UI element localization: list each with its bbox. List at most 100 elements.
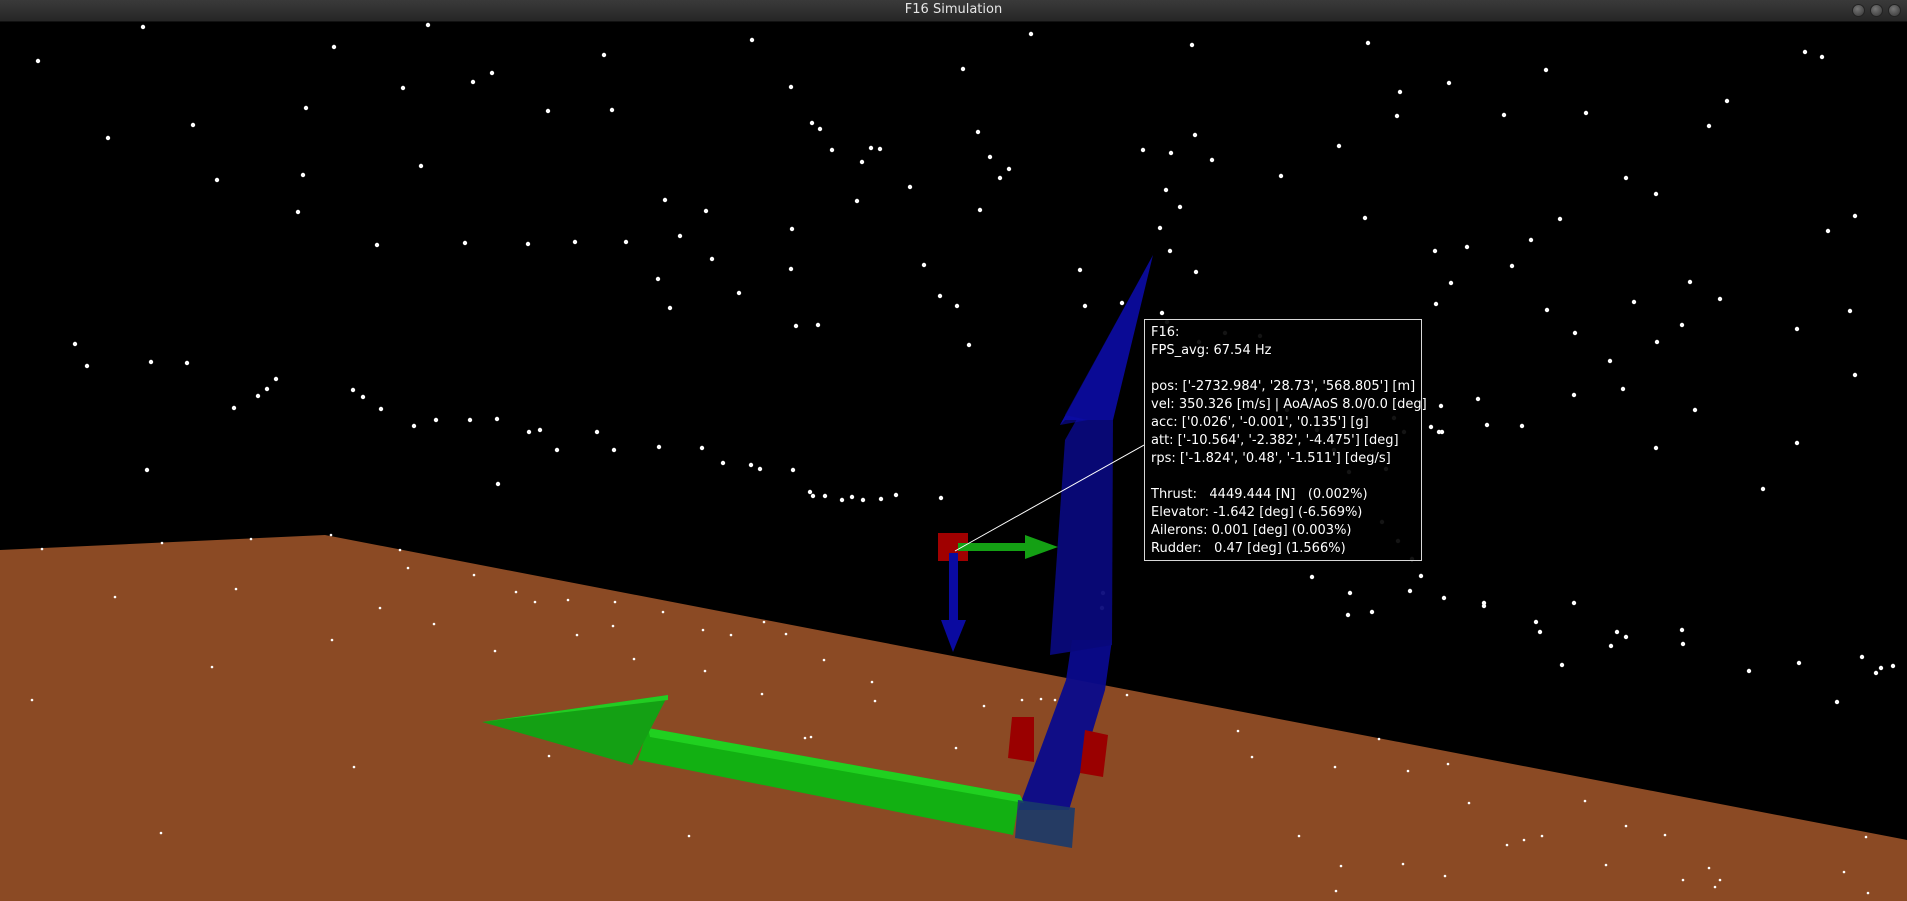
star-point bbox=[609, 107, 615, 113]
star-point bbox=[470, 79, 476, 85]
ground-marker-dot bbox=[1020, 698, 1024, 702]
star-point bbox=[433, 417, 439, 423]
star-point bbox=[1623, 175, 1629, 181]
ground-marker-dot bbox=[611, 624, 615, 628]
star-point bbox=[400, 85, 406, 91]
star-point bbox=[860, 497, 866, 503]
star-point bbox=[1557, 216, 1563, 222]
star-point bbox=[1825, 228, 1831, 234]
star-point bbox=[1119, 300, 1125, 306]
ground-marker-dot bbox=[1522, 838, 1526, 842]
star-point bbox=[749, 37, 755, 43]
star-point bbox=[907, 184, 913, 190]
star-point bbox=[1475, 396, 1481, 402]
star-point bbox=[1571, 600, 1577, 606]
ground-marker-dot bbox=[160, 541, 164, 545]
star-point bbox=[1623, 634, 1629, 640]
ground-marker-dot bbox=[234, 587, 238, 591]
star-point bbox=[877, 146, 883, 152]
star-point bbox=[495, 481, 501, 487]
ground-marker-dot bbox=[784, 632, 788, 636]
ground-marker-dot bbox=[1505, 843, 1509, 847]
star-point bbox=[331, 44, 337, 50]
star-point bbox=[1878, 665, 1884, 671]
maximize-button[interactable] bbox=[1870, 4, 1883, 17]
ground-marker-dot bbox=[803, 736, 807, 740]
ground-marker-dot bbox=[729, 633, 733, 637]
star-point bbox=[1168, 150, 1174, 156]
star-point bbox=[35, 58, 41, 64]
minimize-button[interactable] bbox=[1852, 4, 1865, 17]
star-point bbox=[273, 376, 279, 382]
star-point bbox=[1859, 654, 1865, 660]
star-point bbox=[1519, 423, 1525, 429]
star-point bbox=[849, 494, 855, 500]
ground-marker-dot bbox=[703, 669, 707, 673]
star-point bbox=[1192, 132, 1198, 138]
star-point bbox=[1543, 67, 1549, 73]
position-readout: pos: ['-2732.984', '28.73', '568.805'] [… bbox=[1151, 379, 1416, 394]
star-point bbox=[822, 493, 828, 499]
close-button[interactable] bbox=[1888, 4, 1901, 17]
star-point bbox=[1572, 330, 1578, 336]
velocity-readout: vel: 350.326 [m/s] | AoA/AoS 8.0/0.0 [de… bbox=[1151, 397, 1427, 412]
star-point bbox=[736, 290, 742, 296]
ground-marker-dot bbox=[1864, 835, 1868, 839]
star-point bbox=[1706, 123, 1712, 129]
ground-marker-dot bbox=[514, 590, 518, 594]
star-point bbox=[1278, 173, 1284, 179]
star-point bbox=[214, 177, 220, 183]
star-point bbox=[1537, 629, 1543, 635]
star-point bbox=[1189, 42, 1195, 48]
fps-readout: FPS_avg: 67.54 Hz bbox=[1151, 343, 1272, 358]
star-point bbox=[1724, 98, 1730, 104]
star-point bbox=[1028, 31, 1034, 37]
star-point bbox=[1794, 326, 1800, 332]
star-point bbox=[72, 341, 78, 347]
star-point bbox=[1407, 588, 1413, 594]
ground-marker-dot bbox=[1467, 801, 1471, 805]
ground-marker-dot bbox=[472, 573, 476, 577]
star-point bbox=[425, 22, 431, 28]
ground-marker-dot bbox=[822, 658, 826, 662]
star-point bbox=[1433, 301, 1439, 307]
star-point bbox=[1687, 279, 1693, 285]
star-point bbox=[1620, 386, 1626, 392]
star-point bbox=[462, 240, 468, 246]
star-point bbox=[1436, 429, 1442, 435]
star-point bbox=[1441, 595, 1447, 601]
star-point bbox=[594, 429, 600, 435]
star-point bbox=[709, 256, 715, 262]
star-point bbox=[960, 66, 966, 72]
star-point bbox=[1680, 641, 1686, 647]
star-point bbox=[720, 460, 726, 466]
star-point bbox=[1484, 422, 1490, 428]
ground-marker-dot bbox=[1334, 889, 1338, 893]
window-titlebar: F16 Simulation bbox=[0, 0, 1907, 22]
star-point bbox=[231, 405, 237, 411]
ground-marker-dot bbox=[1446, 762, 1450, 766]
star-point bbox=[572, 239, 578, 245]
ground-marker-dot bbox=[352, 765, 356, 769]
ground-marker-dot bbox=[1663, 833, 1667, 837]
elevator-readout: Elevator: -1.642 [deg] (-6.569%) bbox=[1151, 505, 1363, 520]
star-point bbox=[1890, 663, 1896, 669]
star-point bbox=[1309, 574, 1315, 580]
star-point bbox=[1446, 80, 1452, 86]
star-point bbox=[1834, 699, 1840, 705]
star-point bbox=[1428, 424, 1434, 430]
star-point bbox=[1157, 225, 1163, 231]
star-point bbox=[526, 429, 532, 435]
ground-marker-dot bbox=[1339, 864, 1343, 868]
star-point bbox=[977, 207, 983, 213]
star-point bbox=[537, 427, 543, 433]
star-point bbox=[184, 360, 190, 366]
ground-marker-dot bbox=[661, 610, 665, 614]
star-point bbox=[1607, 358, 1613, 364]
ground-marker-dot bbox=[1250, 755, 1254, 759]
simulation-viewport[interactable] bbox=[0, 22, 1907, 901]
window-controls bbox=[1852, 4, 1901, 17]
ground-marker-dot bbox=[1842, 870, 1846, 874]
star-point bbox=[997, 175, 1003, 181]
ground-marker-dot bbox=[566, 598, 570, 602]
